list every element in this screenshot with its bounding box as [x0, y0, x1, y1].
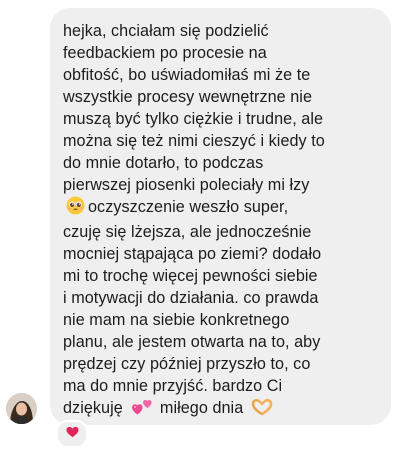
message-line: hejka, chciałam się podzielić: [63, 22, 269, 40]
message-line: oczyszczenie weszło super,: [88, 198, 289, 216]
message-line: planu, ale jestem otwarta na to, aby: [63, 333, 321, 351]
message-line: obfitość, bo uświadomiłaś mi że te: [63, 66, 311, 84]
message-line-with-emoji: oczyszczenie weszło super,: [63, 196, 381, 221]
sender-avatar[interactable]: [6, 393, 37, 424]
message-line: mi to trochę więcej pewności siebie: [63, 267, 318, 285]
message-line: do mnie dotarło, to podczas: [63, 154, 264, 172]
message-line: i motywacji do działania. co prawda: [63, 289, 319, 307]
message-text: dziękuję: [63, 399, 123, 417]
message-line-with-emoji: dziękuję miłego dnia: [63, 397, 381, 422]
message-thread: hejka, chciałam się podzielić feedbackie…: [0, 0, 400, 451]
message-line: ma do mnie przyjść. bardzo Ci: [63, 377, 283, 395]
message-line: nie mam na siebie konkretnego: [63, 311, 290, 329]
message-line: prędzej czy później przyszło to, co: [63, 355, 311, 373]
message-line: wszystkie procesy wewnętrzne nie: [63, 88, 313, 106]
message-line: pierwszej piosenki poleciały mi łzy: [63, 176, 310, 194]
message-line: można się też nimi cieszyć i kiedy to: [63, 132, 325, 150]
message-text: miłego dnia: [159, 399, 244, 417]
heart-hands-icon: [251, 397, 273, 422]
reaction-badge[interactable]: [56, 420, 88, 448]
message-line: mocniej stąpająca po ziemi? dodało: [63, 245, 322, 263]
message-line: feedbackiem po procesie na: [63, 44, 267, 62]
message-line: muszą być tylko ciężkie i trudne, ale: [63, 110, 324, 128]
message-bubble[interactable]: hejka, chciałam się podzielić feedbackie…: [50, 8, 391, 425]
red-heart-icon: [65, 425, 79, 443]
message-line: czuję się lżejsza, ale jednocześnie: [63, 223, 312, 241]
pleading-face-icon: [66, 196, 85, 221]
two-hearts-icon: [130, 397, 152, 422]
